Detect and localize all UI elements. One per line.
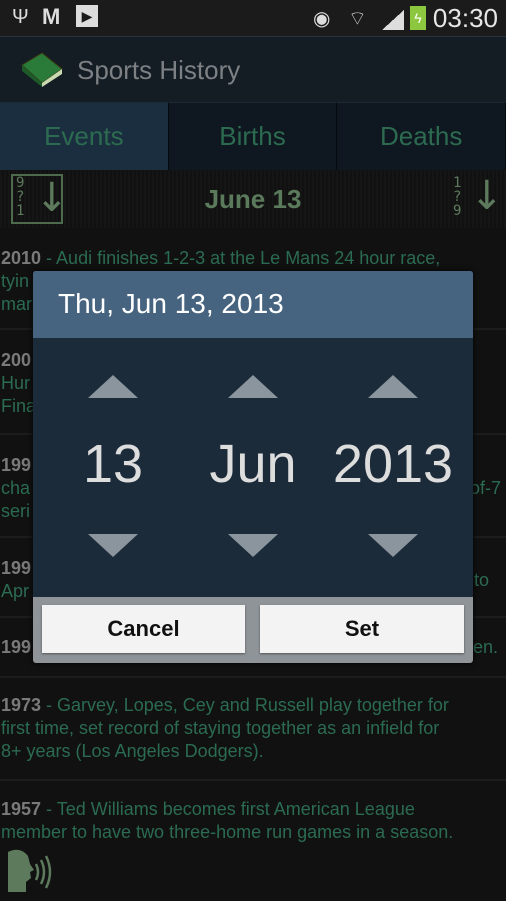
status-bar: Ψ M ▶ ◉ ⌔ ϟ 03:30 (0, 0, 506, 36)
month-decrement-arrow-icon[interactable] (228, 534, 278, 557)
year-decrement-arrow-icon[interactable] (368, 534, 418, 557)
list-item[interactable]: 1973 - Garvey, Lopes, Cey and Russell pl… (0, 678, 506, 781)
battery-charging-icon: ϟ (410, 6, 426, 30)
tab-deaths[interactable]: Deaths (337, 102, 506, 170)
tab-births[interactable]: Births (168, 102, 338, 170)
gmail-icon: M (42, 4, 61, 29)
cancel-button[interactable]: Cancel (42, 605, 245, 653)
tab-events[interactable]: Events (0, 102, 169, 170)
day-increment-arrow-icon[interactable] (88, 375, 138, 398)
date-heading[interactable]: June 13 (0, 184, 506, 215)
wifi-icon: ⌔ (348, 8, 367, 30)
signal-icon (382, 10, 404, 30)
play-store-icon: ▶ (76, 5, 98, 27)
green-book-icon[interactable] (20, 49, 64, 89)
day-decrement-arrow-icon[interactable] (88, 534, 138, 557)
dialog-title: Thu, Jun 13, 2013 (33, 271, 473, 338)
sort-bar: 9? 1 ↓ June 13 1? 9 ↓ (0, 170, 506, 228)
date-picker: 13 Jun 2013 (33, 338, 473, 597)
year-value[interactable]: 2013 (323, 433, 463, 495)
month-picker: Jun (183, 338, 323, 597)
sort-1-9-icon[interactable]: 1? 9 ↓ (450, 174, 504, 224)
usb-icon: Ψ (12, 6, 29, 28)
list-item[interactable]: 1957 - Ted Williams becomes first Americ… (0, 781, 506, 901)
action-bar: Sports History (0, 36, 506, 102)
year-increment-arrow-icon[interactable] (368, 375, 418, 398)
eye-icon: ◉ (313, 8, 331, 30)
date-picker-dialog: Thu, Jun 13, 2013 13 Jun 2013 Cancel Set (33, 271, 473, 663)
month-increment-arrow-icon[interactable] (228, 375, 278, 398)
year-picker: 2013 (323, 338, 463, 597)
clock: 03:30 (432, 3, 498, 33)
day-picker: 13 (43, 338, 183, 597)
speak-icon[interactable] (6, 848, 52, 896)
set-button[interactable]: Set (260, 605, 464, 653)
day-value[interactable]: 13 (43, 433, 183, 495)
tab-bar: Events Births Deaths (0, 102, 506, 170)
month-value[interactable]: Jun (183, 433, 323, 495)
app-title: Sports History (77, 55, 241, 85)
